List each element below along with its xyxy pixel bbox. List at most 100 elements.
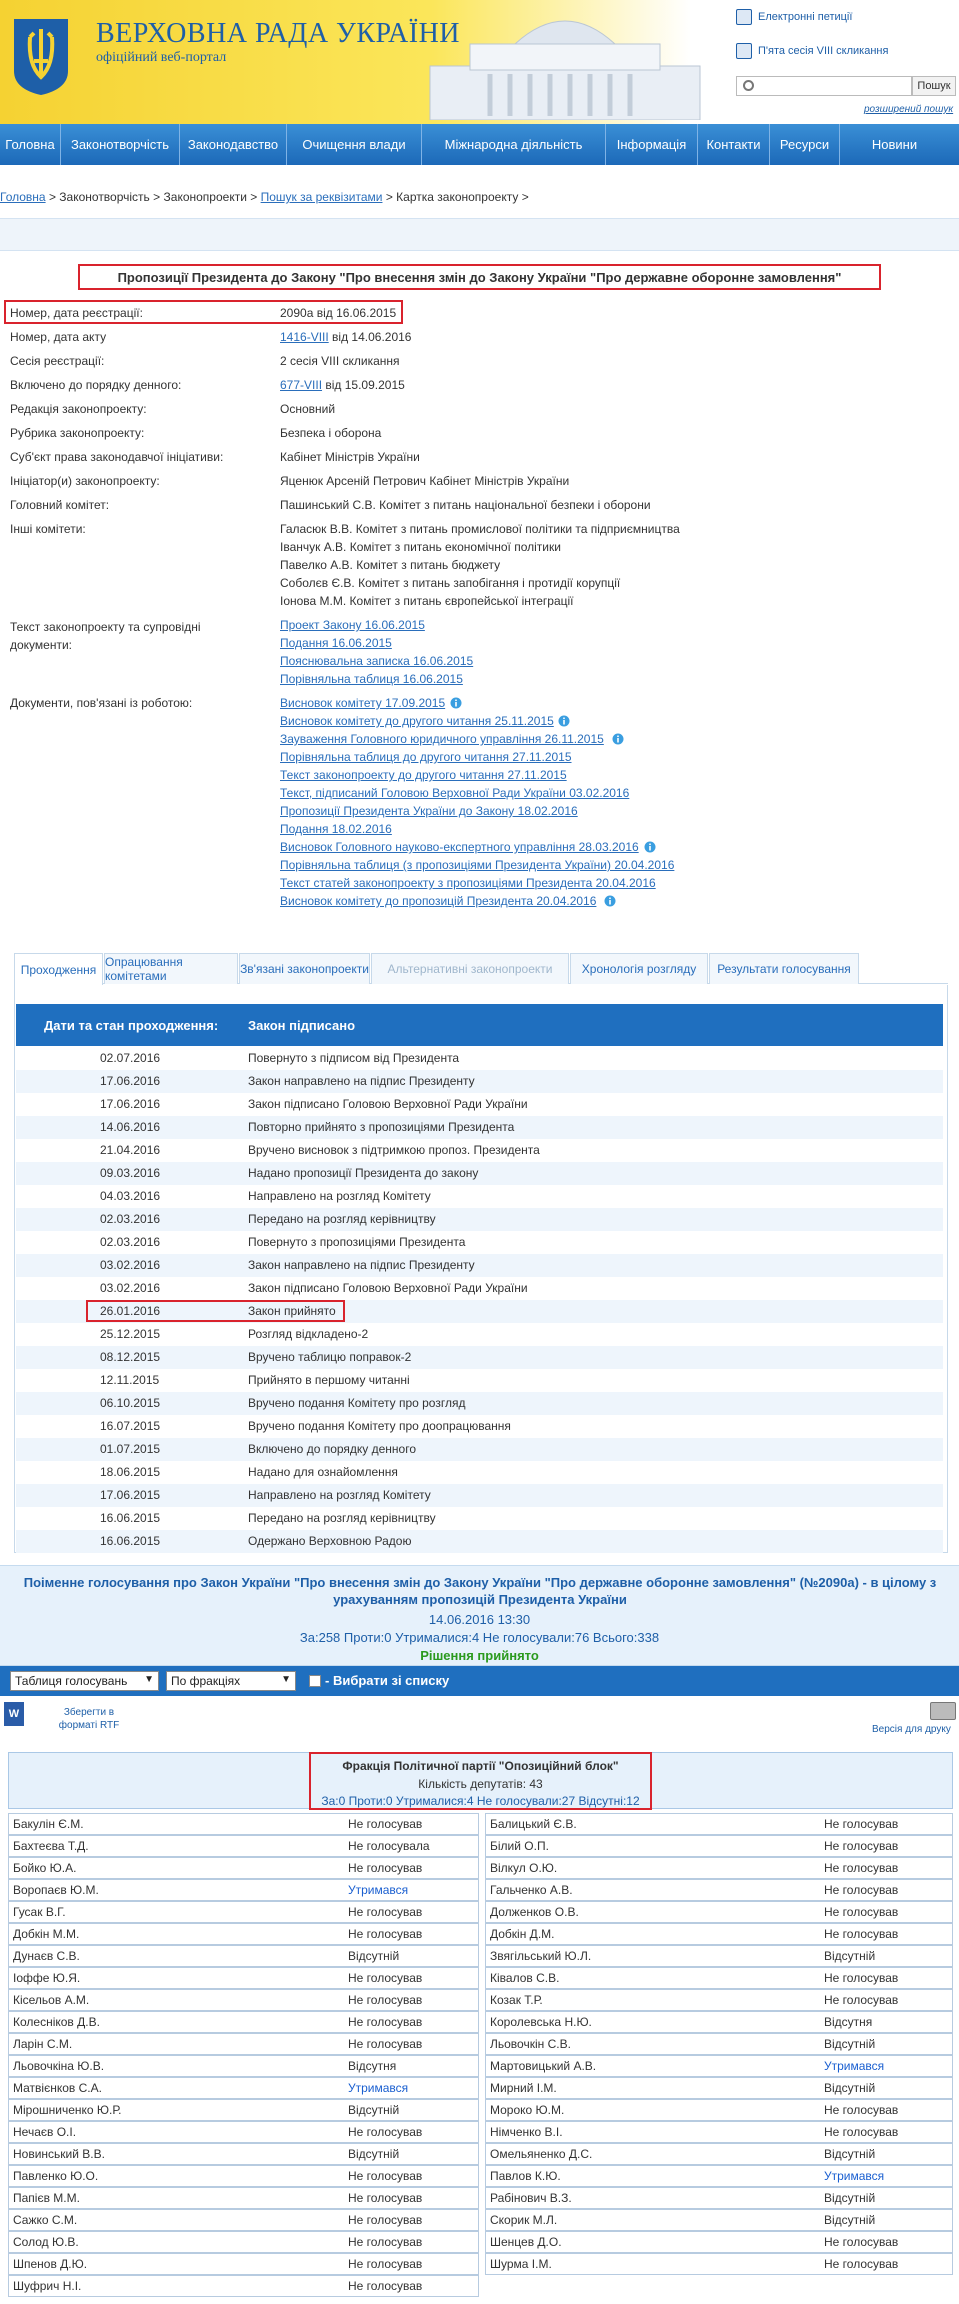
stage-status: Закон підписано Головою Верховної Ради У… (248, 1097, 528, 1111)
info-icon[interactable] (558, 715, 570, 727)
field-value-main-committee: Пашинський С.В. Комітет з питань націона… (280, 498, 651, 512)
nav-lawmaking[interactable]: Законотворчість (61, 124, 180, 165)
faction-count: Кількість депутатів: 43 (418, 1777, 543, 1791)
deputy-vote: Не голосував (824, 2257, 899, 2271)
deputy-vote: Не голосував (348, 2015, 423, 2029)
related-doc-link[interactable]: Висновок Головного науково-експертного у… (280, 840, 674, 858)
related-doc-link[interactable]: Висновок комітету до другого читання 25.… (280, 714, 674, 732)
deputy-name: Льовочкіна Ю.В. (13, 2059, 105, 2073)
deputy-row: Солод Ю.В. Не голосував (8, 2231, 479, 2253)
adopted-highlight (86, 1300, 345, 1322)
deputy-name: Мартовицький А.В. (490, 2059, 597, 2073)
stage-date: 03.02.2016 (100, 1281, 161, 1295)
nav-international[interactable]: Міжнародна діяльність (422, 124, 606, 165)
stages-header: Дати та стан проходження: Закон підписан… (16, 1004, 943, 1046)
field-label-initiator: Ініціатор(и) законопроекту: (10, 474, 160, 488)
related-doc-link[interactable]: Пропозиції Президента України до Закону … (280, 804, 674, 822)
related-doc-link[interactable]: Текст законопроекту до другого читання 2… (280, 768, 674, 786)
deputy-row: Павлов К.Ю. Утримався (485, 2165, 953, 2187)
text-doc-link[interactable]: Порівняльна таблиця 16.06.2015 (280, 672, 473, 690)
act-link[interactable]: 1416-VIII (280, 330, 329, 344)
deputy-row: Льовочкін С.В. Відсутній (485, 2033, 953, 2055)
tab-chronology[interactable]: Хронологія розгляду (570, 953, 708, 984)
related-doc-link[interactable]: Текст, підписаний Головою Верховної Ради… (280, 786, 674, 804)
tab-committees[interactable]: Опрацювання комітетами (104, 953, 238, 984)
nav-home[interactable]: Головна (0, 124, 61, 165)
deputy-row: Білий О.П. Не голосував (485, 1835, 953, 1857)
agenda-link[interactable]: 677-VIII (280, 378, 322, 392)
field-value-agenda: 677-VIII від 15.09.2015 (280, 378, 405, 392)
save-rtf-link[interactable]: Зберегти в форматі RTF (56, 1706, 122, 1732)
field-label-rubric: Рубрика законопроекту: (10, 426, 145, 440)
faction-name: Фракція Політичної партії "Опозиційний б… (342, 1759, 619, 1773)
related-doc-link[interactable]: Порівняльна таблиця до другого читання 2… (280, 750, 674, 768)
table-row: 06.10.2015 Вручено подання Комітету про р… (16, 1392, 943, 1415)
advanced-search-link[interactable]: розширений пошук (864, 104, 953, 115)
deputy-row: Омельяненко Д.С. Відсутній (485, 2143, 953, 2165)
deputy-name: Омельяненко Д.С. (490, 2147, 593, 2161)
deputy-row: Ківалов С.В. Не голосував (485, 1967, 953, 1989)
nav-legislation[interactable]: Законодавство (180, 124, 287, 165)
text-doc-link[interactable]: Подання 16.06.2015 (280, 636, 473, 654)
related-doc-link[interactable]: Порівняльна таблиця (з пропозиціями През… (280, 858, 674, 876)
session-link[interactable]: П'ята сесія VIII скликання (736, 38, 956, 64)
select-from-list-checkbox[interactable] (309, 1675, 321, 1687)
stage-date: 16.06.2015 (100, 1511, 161, 1525)
table-row: 04.03.2016 Направлено на розгляд Комітету (16, 1185, 943, 1208)
deputy-row: Воропаєв Ю.М. Утримався (8, 1879, 479, 1901)
nav-resources[interactable]: Ресурси (770, 124, 840, 165)
field-label-other-committees: Інші комітети: (10, 522, 86, 536)
breadcrumb-lawmaking[interactable]: Законотворчість (59, 190, 150, 204)
deputy-vote: Не голосував (348, 2213, 423, 2227)
tab-alternative-bills[interactable]: Альтернативні законопроекти (371, 953, 569, 984)
table-type-select[interactable]: Таблиця голосувань ▼ (10, 1671, 159, 1691)
nav-news[interactable]: Новини (840, 124, 949, 165)
stage-status: Повторно прийнято з пропозиціями Президе… (248, 1120, 515, 1134)
breadcrumb-home[interactable]: Головна (0, 190, 46, 204)
deputy-row: Добкін Д.М. Не голосував (485, 1923, 953, 1945)
info-icon[interactable] (604, 895, 616, 907)
deputy-name: Гальченко А.В. (490, 1883, 573, 1897)
printer-icon[interactable] (930, 1702, 956, 1720)
word-document-icon[interactable]: W (4, 1702, 24, 1726)
search-button[interactable]: Пошук (912, 76, 956, 96)
deputy-vote: Відсутній (348, 2103, 400, 2117)
deputy-row: Козак Т.Р. Не голосував (485, 1989, 953, 2011)
stage-date: 04.03.2016 (100, 1189, 161, 1203)
related-doc-link[interactable]: Висновок комітету 17.09.2015 (280, 696, 674, 714)
deputy-row: Іоффе Ю.Я. Не голосував (8, 1967, 479, 1989)
deputy-name: Колесніков Д.В. (13, 2015, 100, 2029)
text-doc-link[interactable]: Проект Закону 16.06.2015 (280, 618, 473, 636)
breadcrumb-bills[interactable]: Законопроекти (164, 190, 247, 204)
related-doc-link[interactable]: Текст статей законопроекту з пропозиціям… (280, 876, 674, 894)
deputy-name: Королевська Н.Ю. (490, 2015, 592, 2029)
e-petitions-link[interactable]: Електронні петиції (736, 4, 956, 30)
info-icon[interactable] (644, 841, 656, 853)
deputy-row: Балицький Є.В. Не голосував (485, 1813, 953, 1835)
docs-list: Висновок комітету 17.09.2015 Висновок ко… (280, 696, 674, 912)
print-version-link[interactable]: Версія для друку (872, 1724, 951, 1735)
table-row: 09.03.2016 Надано пропозиції Президента д… (16, 1162, 943, 1185)
text-doc-link[interactable]: Пояснювальна записка 16.06.2015 (280, 654, 473, 672)
nav-contacts[interactable]: Контакти (698, 124, 770, 165)
stage-date: 01.07.2015 (100, 1442, 161, 1456)
deputy-vote: Не голосував (824, 1971, 899, 1985)
deputy-name: Павлов К.Ю. (490, 2169, 561, 2183)
grouping-select[interactable]: По фракціях ▼ (166, 1671, 296, 1691)
field-value-session: 2 сесія VIII скликання (280, 354, 400, 368)
tab-progress[interactable]: Проходження (14, 953, 103, 985)
tab-vote-results[interactable]: Результати голосування (709, 953, 859, 984)
breadcrumb-search[interactable]: Пошук за реквізитами (261, 190, 383, 204)
tab-linked-bills[interactable]: Зв'язані законопроекти (239, 953, 370, 984)
search-input[interactable] (736, 76, 912, 96)
deputy-name: Мороко Ю.М. (490, 2103, 565, 2117)
field-label-agenda: Включено до порядку денного: (10, 378, 182, 392)
info-icon[interactable] (612, 733, 624, 745)
info-icon[interactable] (450, 697, 462, 709)
stage-status: Закон підписано Головою Верховної Ради У… (248, 1281, 528, 1295)
deputy-vote: Не голосував (348, 1817, 423, 1831)
nav-information[interactable]: Інформація (606, 124, 698, 165)
nav-lustration[interactable]: Очищення влади (287, 124, 422, 165)
deputy-row: Бахтеєва Т.Д. Не голосувала (8, 1835, 479, 1857)
related-doc-link[interactable]: Подання 18.02.2016 (280, 822, 674, 840)
